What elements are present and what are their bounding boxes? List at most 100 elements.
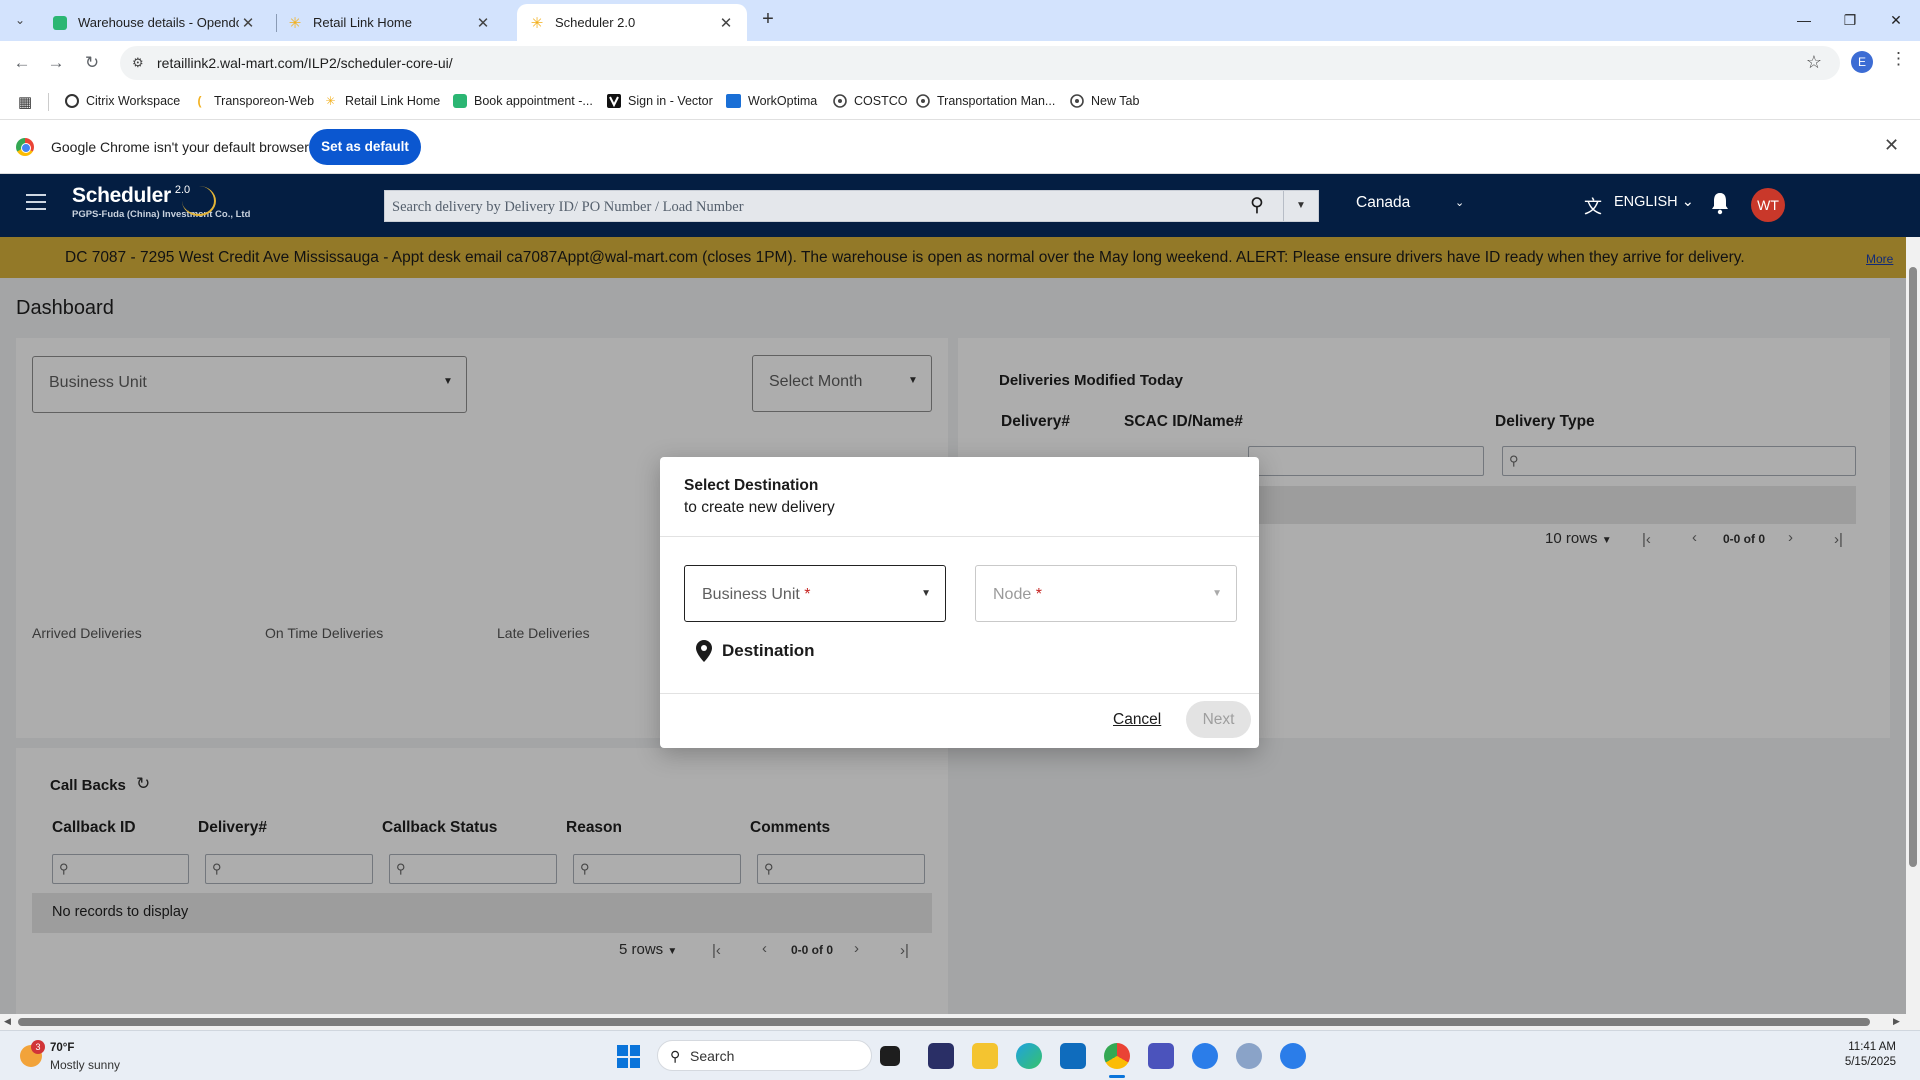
bookmark-vector[interactable]: Sign in - Vector	[606, 93, 713, 108]
app-logo[interactable]: Scheduler 2.0 PGPS-Fuda (China) Investmen…	[72, 184, 250, 220]
forward-icon[interactable]: →	[44, 51, 68, 75]
address-bar: ← → ↻ ⚙ retaillink2.wal-mart.com/ILP2/sc…	[0, 41, 1920, 84]
task-view-icon[interactable]	[880, 1046, 900, 1066]
citrix-icon	[64, 93, 79, 108]
field-label-text: Business Unit	[702, 586, 800, 603]
back-icon[interactable]: ←	[10, 51, 34, 75]
workoptima-icon	[726, 93, 741, 108]
business-unit-select[interactable]: Business Unit * ▼	[684, 565, 946, 622]
transporeon-icon: (	[197, 93, 202, 108]
required-asterisk: *	[804, 586, 811, 603]
tab-title: Scheduler 2.0	[555, 15, 636, 30]
language-selector[interactable]: ENGLISH ⌄	[1614, 194, 1694, 210]
tab-search-chevron-icon[interactable]: ⌄	[8, 8, 32, 32]
outlook-icon[interactable]	[1060, 1043, 1086, 1069]
notification-bell-icon[interactable]	[1710, 191, 1730, 215]
default-browser-infobar: Google Chrome isn't your default browser…	[0, 120, 1920, 174]
destination-summary: Destination	[696, 640, 815, 662]
node-select[interactable]: Node * ▼	[975, 565, 1237, 622]
url-text: retaillink2.wal-mart.com/ILP2/scheduler-…	[157, 55, 453, 71]
tab-warehouse-details[interactable]: Warehouse details - Opendock ✕	[40, 4, 269, 41]
close-window-button[interactable]: ✕	[1873, 0, 1919, 41]
bookmark-new-tab[interactable]: New Tab	[1069, 93, 1139, 108]
bookmark-workoptima[interactable]: WorkOptima	[726, 93, 817, 108]
search-placeholder: Search delivery by Delivery ID/ PO Numbe…	[392, 199, 744, 215]
file-explorer-icon[interactable]	[972, 1043, 998, 1069]
app-header: Scheduler 2.0 PGPS-Fuda (China) Investmen…	[0, 174, 1920, 237]
delivery-search-input[interactable]: Search delivery by Delivery ID/ PO Numbe…	[384, 190, 1319, 222]
windows-start-icon[interactable]	[617, 1045, 640, 1068]
reload-icon[interactable]: ↻	[80, 51, 104, 75]
bookmark-star-icon[interactable]: ☆	[1806, 52, 1822, 73]
bookmark-citrix[interactable]: Citrix Workspace	[64, 93, 180, 108]
browser-tab-bar: ⌄ Warehouse details - Opendock ✕ ✳ Retai…	[0, 0, 1920, 41]
scroll-left-arrow-icon[interactable]: ◀	[4, 1016, 11, 1027]
app-spiral-icon[interactable]	[1280, 1043, 1306, 1069]
required-asterisk: *	[1035, 586, 1042, 603]
globe-app-icon[interactable]	[1236, 1043, 1262, 1069]
country-selector[interactable]: Canada	[1356, 194, 1410, 212]
field-label: Node *	[993, 586, 1042, 604]
walmart-spark-icon: ✳	[530, 14, 544, 32]
set-as-default-button[interactable]: Set as default	[309, 129, 421, 165]
menu-icon[interactable]	[26, 194, 46, 210]
brand-swoosh-icon	[182, 186, 216, 216]
tab-scheduler[interactable]: ✳ Scheduler 2.0 ✕	[517, 4, 747, 41]
quicken-app-icon[interactable]	[928, 1043, 954, 1069]
tab-title: Retail Link Home	[313, 15, 412, 30]
restore-button[interactable]: ❐	[1827, 0, 1873, 41]
chrome-menu-icon[interactable]: ⋮	[1890, 49, 1907, 69]
tab-close-icon[interactable]: ✕	[717, 14, 735, 32]
chrome-taskbar-icon[interactable]	[1104, 1043, 1130, 1069]
bookmark-transportation[interactable]: Transportation Man...	[915, 93, 1055, 108]
clock-date: 5/15/2025	[1844, 1056, 1896, 1068]
teams-icon[interactable]	[1148, 1043, 1174, 1069]
apps-grid-icon[interactable]: ▦	[18, 93, 32, 111]
horizontal-scrollbar[interactable]: ◀ ▶	[0, 1014, 1906, 1030]
tab-close-icon[interactable]: ✕	[239, 14, 257, 32]
bookmark-label: New Tab	[1091, 93, 1140, 108]
globe-icon	[1069, 93, 1084, 108]
bookmark-costco[interactable]: COSTCO	[832, 93, 907, 108]
bookmark-book-appointment[interactable]: Book appointment -...	[452, 93, 593, 108]
cancel-button[interactable]: Cancel	[1113, 711, 1161, 729]
bookmark-label: Sign in - Vector	[628, 93, 713, 108]
close-infobar-icon[interactable]: ✕	[1884, 135, 1899, 156]
brand-company: PGPS-Fuda (China) Investment Co., Ltd	[72, 209, 251, 220]
url-field[interactable]: ⚙ retaillink2.wal-mart.com/ILP2/schedule…	[120, 46, 1840, 80]
search-type-dropdown[interactable]: ▼	[1283, 191, 1318, 221]
bookmark-transporeon[interactable]: ( Transporeon-Web	[192, 93, 315, 108]
minimize-button[interactable]: —	[1781, 0, 1827, 41]
taskbar-search[interactable]: ⚲ Search	[657, 1040, 872, 1071]
app-spiral-icon[interactable]	[1192, 1043, 1218, 1069]
scroll-right-arrow-icon[interactable]: ▶	[1893, 1016, 1900, 1027]
tab-close-icon[interactable]: ✕	[474, 14, 492, 32]
profile-avatar[interactable]: E	[1851, 51, 1873, 73]
translate-icon: 文	[1584, 197, 1602, 217]
bookmark-label: WorkOptima	[748, 93, 818, 108]
tab-retail-link-home[interactable]: ✳ Retail Link Home ✕	[275, 4, 504, 41]
field-label: Business Unit *	[702, 586, 811, 604]
vertical-scrollbar[interactable]	[1906, 237, 1920, 1030]
system-clock[interactable]: 11:41 AM 5/15/2025	[1836, 1041, 1896, 1071]
search-icon[interactable]: ⚲	[1250, 194, 1264, 217]
caret-down-icon: ▼	[1212, 588, 1222, 599]
weather-condition: Mostly sunny	[50, 1058, 121, 1072]
active-app-indicator	[1109, 1075, 1125, 1078]
edge-browser-icon[interactable]	[1016, 1043, 1042, 1069]
next-button[interactable]: Next	[1186, 701, 1251, 738]
bookmark-retail-link[interactable]: ✳ Retail Link Home	[323, 93, 440, 108]
divider	[660, 693, 1259, 694]
chevron-down-icon[interactable]: ⌄	[1455, 196, 1464, 209]
new-tab-button[interactable]: +	[756, 8, 780, 32]
windows-taskbar: 3 70°F Mostly sunny ⚲ Search 11:41 AM 5/…	[0, 1030, 1920, 1080]
select-destination-dialog: Select Destination to create new deliver…	[660, 457, 1259, 748]
user-avatar[interactable]: WT	[1751, 188, 1785, 222]
bookmark-label: Transporeon-Web	[214, 93, 315, 108]
scrollbar-thumb[interactable]	[1909, 267, 1917, 867]
walmart-spark-icon: ✳	[288, 14, 302, 32]
scrollbar-thumb[interactable]	[18, 1018, 1870, 1026]
site-settings-icon[interactable]: ⚙	[132, 55, 144, 71]
chrome-logo-icon	[16, 138, 34, 156]
bookmark-label: Retail Link Home	[345, 93, 441, 108]
